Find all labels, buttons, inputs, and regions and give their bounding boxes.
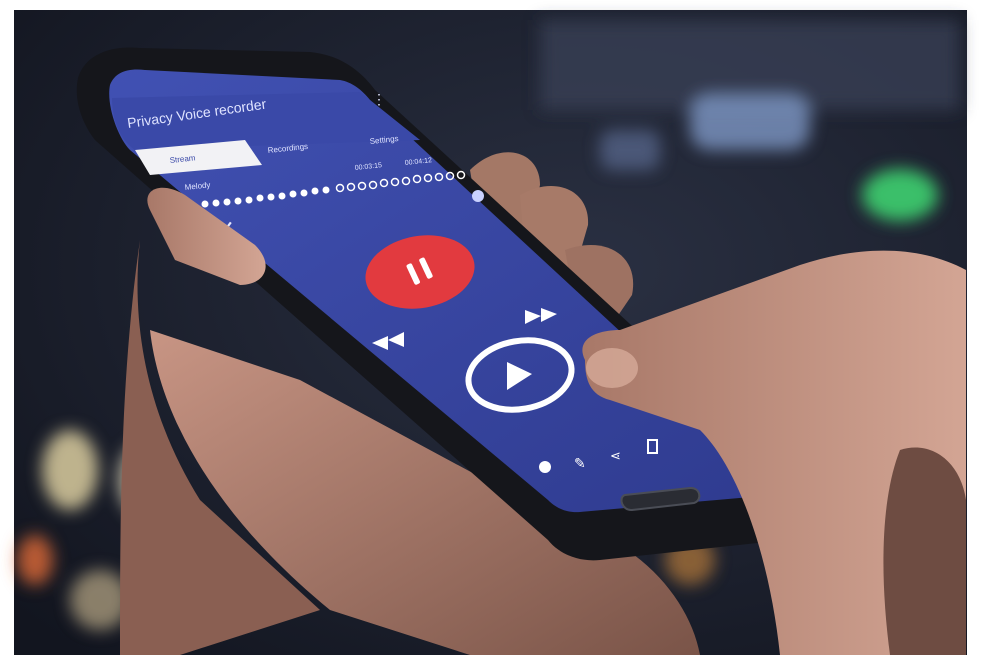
share-icon[interactable]: ⋖ — [610, 448, 621, 463]
overflow-menu-icon[interactable]: ⋮ — [372, 91, 386, 107]
edit-icon[interactable]: ✎ — [574, 455, 586, 471]
gear-icon[interactable] — [539, 461, 551, 473]
pointing-hand-shadow — [883, 447, 966, 655]
progress-thumb[interactable] — [472, 190, 484, 202]
fingertip — [586, 348, 638, 388]
photo-scene: Privacy Voice recorder ⋮ Stream Recordin… — [0, 0, 981, 655]
